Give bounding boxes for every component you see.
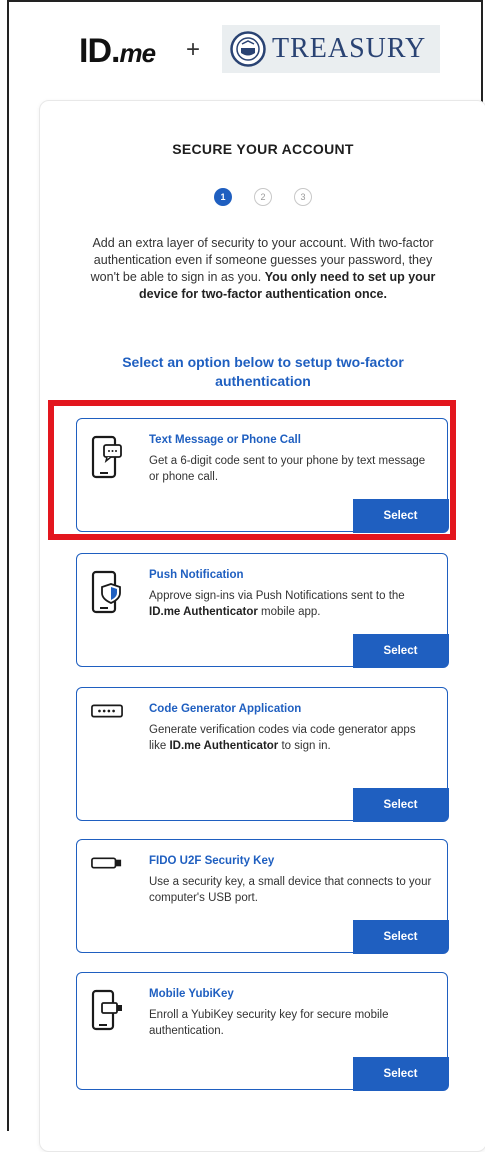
page-frame: ID.me + TREASURY SECURE YOUR ACCOUNT 1 2… [7,0,485,1152]
option-mobile-yubikey[interactable]: Mobile YubiKey Enroll a YubiKey security… [76,972,449,1091]
phone-shield-icon [91,570,121,614]
password-dots-icon [91,704,123,718]
option-push-notification[interactable]: Push Notification Approve sign-ins via P… [76,553,449,668]
option-description: Enroll a YubiKey security key for secure… [149,1009,389,1037]
option-title: Push Notification [149,569,244,581]
usb-key-icon [91,857,122,869]
select-option-heading: Select an option below to setup two-fact… [122,354,404,389]
option-title: Code Generator Application [149,703,302,715]
select-button-fido-u2f[interactable]: Select [352,919,449,954]
idme-logo: ID.me [79,32,156,70]
treasury-text: TREASURY [272,33,427,64]
main-card: SECURE YOUR ACCOUNT 1 2 3 Add an extra l… [39,100,485,1152]
option-title: FIDO U2F Security Key [149,855,275,867]
header: ID.me + TREASURY [9,2,481,87]
option-description: Use a security key, a small device that … [149,876,432,904]
step-3: 3 [294,188,312,206]
step-2: 2 [254,188,272,206]
intro-text: Add an extra layer of security to your a… [90,236,436,301]
plus-sign: + [186,36,201,63]
option-code-generator[interactable]: Code Generator Application Generate veri… [76,687,449,822]
option-fido-u2f[interactable]: FIDO U2F Security Key Use a security key… [76,839,449,954]
phone-key-icon [91,989,122,1031]
step-1: 1 [214,188,232,206]
option-title: Mobile YubiKey [149,988,234,1000]
page-title: SECURE YOUR ACCOUNT [172,141,354,157]
option-description: Generate verification codes via code gen… [149,724,416,752]
treasury-seal-icon [230,31,266,67]
step-indicator: 1 2 3 [40,188,485,206]
treasury-logo: TREASURY [222,25,440,73]
highlight-annotation-box [48,400,456,540]
select-button-code-generator[interactable]: Select [352,787,449,822]
select-button-mobile-yubikey[interactable]: Select [352,1056,449,1091]
select-button-push-notification[interactable]: Select [352,633,449,668]
option-description: Approve sign-ins via Push Notifications … [149,590,405,618]
